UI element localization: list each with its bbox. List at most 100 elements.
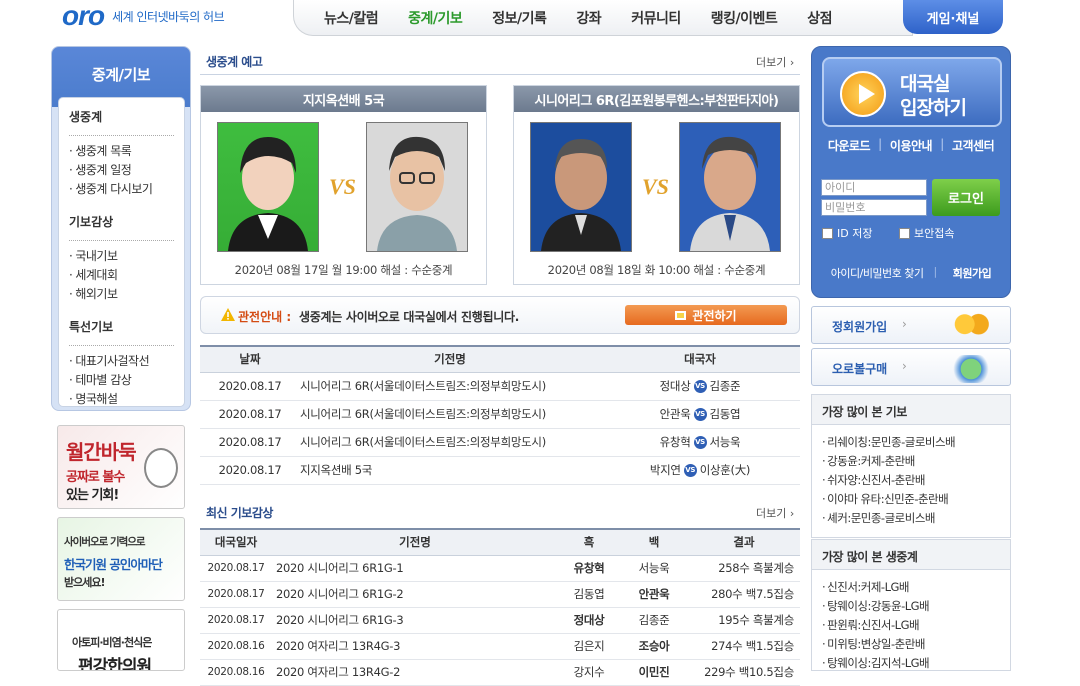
player-photo: [530, 122, 632, 252]
nav-item-live-list[interactable]: 생중계 목록: [69, 142, 174, 161]
player-photo: [366, 122, 468, 252]
preview-title: 생중계 예고: [206, 55, 263, 69]
download-link[interactable]: 다운로드: [828, 137, 871, 154]
table-row[interactable]: 2020.08.17 시니어리그 6R(서울데이터스트림즈:의정부희망도시) 안…: [200, 400, 800, 429]
notice-text: 생중계는 사이버오로 대국실에서 진행됩니다.: [299, 310, 519, 324]
match-title: 지지옥션배 5국: [201, 86, 486, 112]
list-item[interactable]: 신진서:커제-LG배: [812, 578, 1010, 597]
nav-item-domestic[interactable]: 국내기보: [69, 247, 174, 266]
people-icon: [950, 313, 992, 341]
table-row[interactable]: 2020.08.17 지지옥션배 5국 박지연 VS 이상훈(大): [200, 456, 800, 485]
preview-more-link[interactable]: 더보기 ›: [756, 54, 794, 70]
nav-item-overseas[interactable]: 해외기보: [69, 285, 174, 304]
nav-community[interactable]: 커뮤니티: [631, 8, 681, 28]
result-cell: 195수 흑불계승: [688, 607, 800, 634]
banner-line: 월간바둑: [66, 440, 137, 464]
date-cell: 2020.08.16: [200, 633, 272, 660]
box-title: 가장 많이 본 생중계: [812, 540, 1010, 570]
vs-label: VS: [642, 174, 669, 199]
watch-button[interactable]: 관전하기: [625, 305, 787, 325]
nav-item-commentary[interactable]: 명국해설: [69, 390, 174, 409]
match-card[interactable]: 지지옥션배 5국 VS 2020년 08월 17일 월 19:00 해설 : 수…: [200, 85, 487, 285]
list-item[interactable]: 판윈뤄:신진서-LG배: [812, 616, 1010, 635]
white-player-cell: 이민진: [620, 659, 688, 686]
kibo-name-cell[interactable]: 2020 여자리그 13R4G-2: [272, 659, 558, 686]
amateur-dan-banner[interactable]: 사이버오로 기력으로 한국기원 공인아마단 받으세요!: [57, 517, 185, 601]
kibo-name-cell[interactable]: 2020 시니어리그 6R1G-3: [272, 607, 558, 634]
table-row[interactable]: 2020.08.17 2020 시니어리그 6R1G-2 김동엽 안관욱 280수 백7…: [200, 581, 800, 608]
list-item[interactable]: 이야마 유타:신민준-춘란배: [812, 490, 1010, 509]
most-viewed-kibo-box: 가장 많이 본 기보 리쉐이칭:문민종-글로비스배강동윤:커제-춘란배쉬자양:신…: [811, 394, 1011, 538]
nav-section-kibo: 기보감상 국내기보 세계대회 해외기보: [69, 213, 174, 304]
guide-link[interactable]: 이용안내: [890, 137, 933, 154]
logo-text[interactable]: oro: [62, 0, 105, 32]
table-row[interactable]: 2020.08.16 2020 여자리그 13R4G-2 강지수 이민진 229수 백1…: [200, 659, 800, 686]
orobol-icon: [950, 355, 992, 383]
match-name-cell[interactable]: 시니어리그 6R(서울데이터스트림즈:의정부희망도시): [300, 428, 600, 457]
table-row[interactable]: 2020.08.17 2020 시니어리그 6R1G-1 유창혁 서능욱 258수 흑불…: [200, 555, 800, 582]
nav-item-masterpiece[interactable]: 대표기사걸작선: [69, 352, 174, 371]
result-cell: 274수 백1.5집승: [688, 633, 800, 660]
table-row[interactable]: 2020.08.16 2020 여자리그 13R4G-3 김은지 조승아 274수 백1…: [200, 633, 800, 660]
id-input[interactable]: 아이디: [821, 179, 927, 196]
player-photo: [679, 122, 781, 252]
login-button[interactable]: 로그인: [932, 179, 1000, 216]
nav-item-live-replay[interactable]: 생중계 다시보기: [69, 180, 174, 199]
match-name-cell[interactable]: 시니어리그 6R(서울데이터스트림즈:의정부희망도시): [300, 372, 600, 401]
list-item[interactable]: 강동윤:커제-춘란배: [812, 452, 1010, 471]
game-channel-button[interactable]: 게임·채널: [903, 0, 1003, 34]
nav-section-heading: 생중계: [69, 108, 174, 136]
match-name-cell[interactable]: 시니어리그 6R(서울데이터스트림즈:의정부희망도시): [300, 400, 600, 429]
membership-banner[interactable]: 정회원가입 ›: [811, 306, 1011, 344]
enter-game-room-button[interactable]: 대국실 입장하기: [822, 57, 1002, 127]
login-links: 다운로드 | 이용안내 | 고객센터: [812, 137, 1010, 154]
table-row[interactable]: 2020.08.17 시니어리그 6R(서울데이터스트림즈:의정부희망도시) 유…: [200, 428, 800, 457]
monthly-baduk-banner[interactable]: 월간바둑 공짜로 볼수 있는 기회!: [57, 425, 185, 509]
notice-label: 관전안내 :: [238, 310, 292, 324]
table-row[interactable]: 2020.08.17 2020 시니어리그 6R1G-3 정대상 김종준 195수 흑불…: [200, 607, 800, 634]
kibo-name-cell[interactable]: 2020 여자리그 13R4G-3: [272, 633, 558, 660]
kibo-list: 리쉐이칭:문민종-글로비스배강동윤:커제-춘란배쉬자양:신진서-춘란배이야마 유…: [812, 425, 1010, 528]
recent-more-link[interactable]: 더보기 ›: [756, 505, 794, 521]
join-link[interactable]: 회원가입: [947, 265, 992, 281]
support-link[interactable]: 고객센터: [952, 137, 995, 154]
nav-shop[interactable]: 상점: [807, 8, 832, 28]
nav-broadcast[interactable]: 중계/기보: [408, 8, 463, 28]
nav-item-live-schedule[interactable]: 생중계 일정: [69, 161, 174, 180]
nav-info[interactable]: 정보/기록: [492, 8, 547, 28]
site-logo[interactable]: oro 세계 인터넷바둑의 허브: [62, 0, 225, 32]
banner-line: 편강한의원: [78, 657, 152, 671]
clinic-banner[interactable]: 아토피·비염·천식은 편강한의원: [57, 609, 185, 671]
player-name: 박지연: [649, 463, 681, 477]
kibo-name-cell[interactable]: 2020 시니어리그 6R1G-2: [272, 581, 558, 608]
list-item[interactable]: 쉬자양:신진서-춘란배: [812, 471, 1010, 490]
list-item[interactable]: 미위팅:변상일-춘란배: [812, 635, 1010, 654]
secure-login-checkbox[interactable]: 보안접속: [899, 225, 954, 241]
nav-ranking[interactable]: 랭킹/이벤트: [711, 8, 778, 28]
list-item[interactable]: 탕웨이싱:강동윤-LG배: [812, 597, 1010, 616]
save-id-checkbox[interactable]: ID 저장: [822, 225, 872, 241]
match-info: 2020년 08월 18일 화 10:00 해설 : 수순중계: [547, 263, 766, 277]
player-name: 이상훈(大): [699, 463, 751, 477]
password-input[interactable]: 비밀번호: [821, 199, 927, 216]
list-item[interactable]: 셰커:문민종-글로비스배: [812, 509, 1010, 528]
list-item[interactable]: 리쉐이칭:문민종-글로비스배: [812, 433, 1010, 452]
list-item[interactable]: 탕웨이싱:김지석-LG배: [812, 654, 1010, 673]
match-name-cell[interactable]: 지지옥션배 5국: [300, 456, 600, 485]
kibo-name-cell[interactable]: 2020 시니어리그 6R1G-1: [272, 555, 558, 582]
nav-news[interactable]: 뉴스/칼럼: [324, 8, 379, 28]
nav-item-world[interactable]: 세계대회: [69, 266, 174, 285]
match-card[interactable]: 시니어리그 6R(김포원봉루헨스:부천판타지아) VS 2020년 08월 18…: [513, 85, 800, 285]
logo-subtitle: 세계 인터넷바둑의 허브: [112, 9, 225, 24]
players-cell: 정대상 VS 김종준: [600, 372, 800, 401]
orobol-purchase-banner[interactable]: 오로볼구매 ›: [811, 348, 1011, 386]
checkbox-icon: [899, 227, 910, 239]
date-cell: 2020.08.17: [200, 372, 300, 401]
find-account-link[interactable]: 아이디/비밀번호 찾기: [831, 265, 924, 281]
secure-label: 보안접속: [914, 227, 955, 240]
white-player-cell: 서능욱: [620, 555, 688, 582]
table-row[interactable]: 2020.08.17 시니어리그 6R(서울데이터스트림즈:의정부희망도시) 정…: [200, 372, 800, 401]
warning-icon: [221, 308, 235, 321]
nav-lecture[interactable]: 강좌: [576, 8, 601, 28]
nav-item-theme[interactable]: 테마별 감상: [69, 371, 174, 390]
